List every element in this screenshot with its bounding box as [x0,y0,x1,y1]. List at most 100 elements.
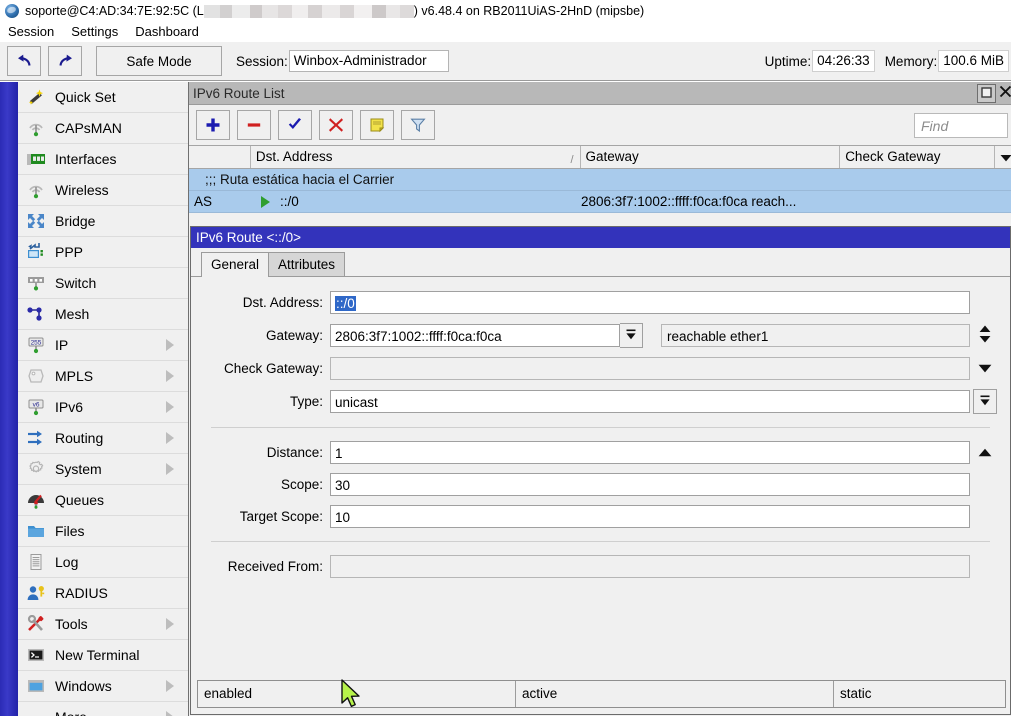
distance-label: Distance: [201,445,330,460]
check-gateway-input[interactable] [330,357,970,380]
tab-attributes[interactable]: Attributes [268,252,345,276]
antenna-icon [24,179,48,201]
sidebar-item-routing[interactable]: Routing [18,423,188,454]
sidebar-item-switch[interactable]: Switch [18,268,188,299]
minus-icon [246,117,262,133]
sidebar-item-bridge[interactable]: Bridge [18,206,188,237]
menu-dashboard[interactable]: Dashboard [127,22,208,42]
close-icon [999,85,1011,101]
maximize-icon [981,86,992,101]
route-comment-text: ;;; Ruta estática hacia el Carrier [189,172,394,187]
bridge-arrows-icon [24,210,48,232]
dialog-tab-bar: General Attributes [191,248,1010,277]
comment-button[interactable] [360,110,394,140]
table-row[interactable]: AS ::/0 2806:3f7:1002::ffff:f0ca:f0ca re… [189,191,1011,213]
mesh-nodes-icon [24,303,48,325]
column-header-gateway[interactable]: Gateway [581,146,841,168]
sidebar-item-new-terminal[interactable]: New Terminal [18,640,188,671]
type-dropdown-button[interactable] [970,389,1000,414]
sidebar-item-label: System [55,461,166,477]
gateway-dropdown-button[interactable] [620,323,643,348]
safe-mode-button[interactable]: Safe Mode [96,46,222,76]
sidebar-item-ipv6[interactable]: v6 IPv6 [18,392,188,423]
dialog-status-bar: enabled active static [197,680,1006,708]
switch-icon [24,272,48,294]
close-button[interactable] [998,85,1011,102]
find-input[interactable]: Find [914,113,1008,138]
sidebar-item-capsman[interactable]: CAPsMAN [18,113,188,144]
column-header-flags[interactable] [189,146,251,168]
sidebar-item-label: Switch [55,275,188,291]
undo-button[interactable] [7,46,41,76]
route-table-header: Dst. Address / Gateway Check Gateway [189,145,1011,169]
sidebar-item-mesh[interactable]: Mesh [18,299,188,330]
maximize-button[interactable] [977,84,996,103]
undo-icon [15,53,34,69]
user-key-icon [24,582,48,604]
redo-icon [56,53,75,69]
log-scroll-icon [24,551,48,573]
gateway-input[interactable]: 2806:3f7:1002::ffff:f0ca:f0ca [330,324,620,347]
column-header-dst-address-label: Dst. Address [256,149,333,164]
add-button[interactable] [196,110,230,140]
sidebar-item-tools[interactable]: Tools [18,609,188,640]
menu-session[interactable]: Session [0,22,63,42]
main-toolbar: Safe Mode Session: Winbox-Administrador … [0,42,1011,81]
sidebar-item-label: Interfaces [55,151,188,167]
field-row-gateway: Gateway: 2806:3f7:1002::ffff:f0ca:f0ca r… [201,323,1000,348]
sidebar-item-more[interactable]: More [18,702,188,716]
sidebar-item-wireless[interactable]: Wireless [18,175,188,206]
sidebar-item-queues[interactable]: Queues [18,485,188,516]
remove-button[interactable] [237,110,271,140]
distance-spinner[interactable] [970,445,1000,460]
sidebar-item-windows[interactable]: Windows [18,671,188,702]
network-card-icon [24,148,48,170]
route-comment-row[interactable]: ;;; Ruta estática hacia el Carrier [189,169,1011,191]
route-dst-address-cell: ::/0 [251,194,581,209]
sidebar-item-label: IPv6 [55,399,166,415]
target-scope-input[interactable]: 10 [330,505,970,528]
filter-button[interactable] [401,110,435,140]
column-chooser-button[interactable] [995,146,1011,168]
check-icon [287,117,303,133]
disable-button[interactable] [319,110,353,140]
sidebar-item-files[interactable]: Files [18,516,188,547]
gateway-updown-spinner[interactable] [970,324,1000,347]
sidebar-item-label: New Terminal [55,647,188,663]
check-gateway-dropdown-button[interactable] [970,361,1000,376]
cross-icon [328,117,344,133]
sidebar-item-system[interactable]: System [18,454,188,485]
received-from-input [330,555,970,578]
sidebar-item-ip[interactable]: 255 IP [18,330,188,361]
uptime-value: 04:26:33 [812,50,875,72]
sidebar-item-label: Log [55,554,188,570]
sidebar-item-ppp[interactable]: PPP [18,237,188,268]
route-gateway: 2806:3f7:1002::ffff:f0ca:f0ca reach... [581,194,841,209]
sidebar-item-label: Tools [55,616,166,632]
up-arrow-icon [978,445,992,460]
distance-input[interactable]: 1 [330,441,970,464]
session-value[interactable]: Winbox-Administrador [289,50,449,72]
sidebar-item-radius[interactable]: RADIUS [18,578,188,609]
sidebar-item-interfaces[interactable]: Interfaces [18,144,188,175]
redo-button[interactable] [48,46,82,76]
sidebar-item-quick-set[interactable]: Quick Set [18,82,188,113]
field-row-type: Type: unicast [201,389,1000,414]
folder-icon [24,520,48,542]
field-row-check-gateway: Check Gateway: [201,357,1000,380]
field-row-target-scope: Target Scope: 10 [201,505,1000,528]
chevron-down-icon [978,361,992,376]
dst-address-input[interactable]: ::/0 [330,291,970,314]
type-input[interactable]: unicast [330,390,970,413]
window-title-bar: soporte@C4:AD:34:7E:92:5C (L ) v6.48.4 o… [0,0,1011,22]
sidebar-item-mpls[interactable]: MPLS [18,361,188,392]
column-header-dst-address[interactable]: Dst. Address / [251,146,581,168]
tools-icon [24,613,48,635]
column-header-check-gateway[interactable]: Check Gateway [840,146,995,168]
dst-address-label: Dst. Address: [201,295,330,310]
menu-settings[interactable]: Settings [63,22,127,42]
sidebar-item-log[interactable]: Log [18,547,188,578]
scope-input[interactable]: 30 [330,473,970,496]
tab-general[interactable]: General [201,252,269,277]
enable-button[interactable] [278,110,312,140]
